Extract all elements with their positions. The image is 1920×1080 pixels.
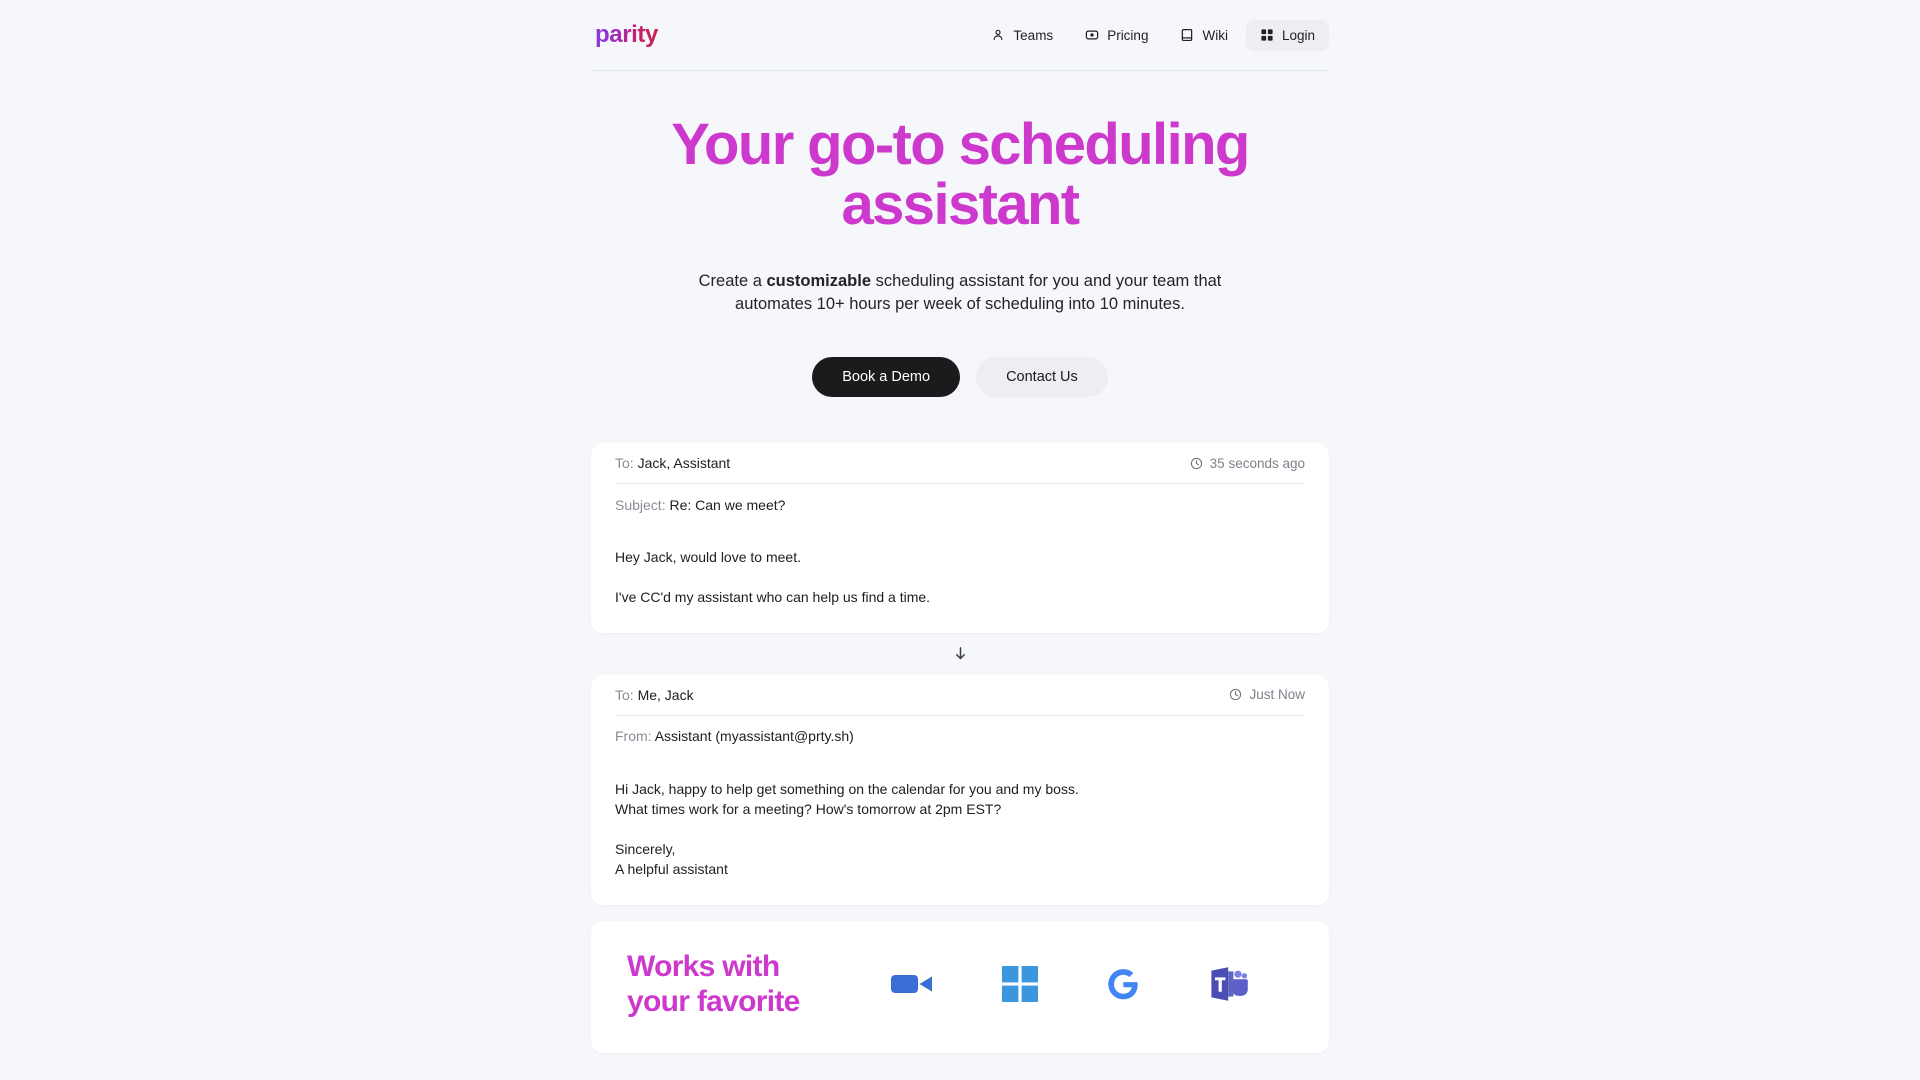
works-with-title: Works with your favorite <box>627 950 800 1019</box>
hero-section: Your go-to scheduling assistant Create a… <box>591 71 1329 398</box>
email-sender: From: Assistant (myassistant@prty.sh) <box>615 728 854 744</box>
email-body-line: Hi Jack, happy to help get something on … <box>615 780 1079 818</box>
main-nav: Teams Pricing Wiki Login <box>977 19 1329 51</box>
email-card-outgoing: To: Jack, Assistant 35 seconds ago Subje… <box>591 443 1329 633</box>
book-icon <box>1180 28 1194 42</box>
site-header: parity Teams Pricing Wiki Login <box>591 0 1329 71</box>
email-timestamp: 35 seconds ago <box>1190 456 1305 471</box>
clock-icon <box>1190 457 1203 470</box>
thread-arrow <box>591 633 1329 675</box>
to-label: To: <box>615 455 634 472</box>
hero-subtitle-emphasis: customizable <box>766 271 872 290</box>
from-label: From: <box>615 728 652 745</box>
clock-icon <box>1229 688 1242 701</box>
timestamp-label: 35 seconds ago <box>1209 455 1305 471</box>
hero-actions: Book a Demo Contact Us <box>591 356 1329 398</box>
email-body-line: I've CC'd my assistant who can help us f… <box>615 588 931 605</box>
nav-item-wiki[interactable]: Wiki <box>1166 20 1242 51</box>
nav-label: Wiki <box>1202 27 1228 43</box>
hero-subtitle-before: Create a <box>698 271 767 290</box>
people-icon <box>991 28 1005 42</box>
email-subject-row: Subject: Re: Can we meet? <box>615 484 1305 525</box>
tag-icon <box>1085 28 1099 42</box>
subject-value: Re: Can we meet? <box>669 496 786 513</box>
email-recipients: To: Me, Jack <box>615 687 694 703</box>
from-value: Assistant (myassistant@prty.sh) <box>654 728 854 745</box>
email-body-line: Hey Jack, would love to meet. <box>615 549 801 566</box>
email-from-row: From: Assistant (myassistant@prty.sh) <box>615 716 1305 757</box>
email-thread: To: Jack, Assistant 35 seconds ago Subje… <box>591 443 1329 906</box>
email-header-row: To: Me, Jack Just Now <box>615 675 1305 716</box>
to-value: Me, Jack <box>637 686 694 703</box>
arrow-down-icon <box>954 646 967 661</box>
contact-us-button[interactable]: Contact Us <box>976 356 1108 398</box>
nav-label: Login <box>1281 27 1315 43</box>
email-header-row: To: Jack, Assistant 35 seconds ago <box>615 443 1305 485</box>
nav-label: Teams <box>1013 27 1054 43</box>
email-card-reply: To: Me, Jack Just Now From: Assistant (m… <box>591 674 1329 906</box>
email-recipients: To: Jack, Assistant <box>615 455 730 471</box>
book-a-demo-button[interactable]: Book a Demo <box>812 356 961 398</box>
to-label: To: <box>615 686 634 703</box>
nav-label: Pricing <box>1107 27 1149 43</box>
works-with-card: Works with your favorite <box>591 921 1329 1054</box>
nav-item-pricing[interactable]: Pricing <box>1071 20 1162 51</box>
microsoft-logo <box>1001 961 1038 1007</box>
zoom-logo <box>890 961 935 1007</box>
integrations-section: Works with your favorite <box>591 921 1329 1054</box>
email-body: Hey Jack, would love to meet. I've CC'd … <box>615 525 1305 633</box>
brand-logo[interactable]: parity <box>591 21 658 49</box>
nav-item-teams[interactable]: Teams <box>977 20 1067 51</box>
page-title: Your go-to scheduling assistant <box>671 112 1250 238</box>
to-value: Jack, Assistant <box>637 455 731 472</box>
hero-subtitle: Create a customizable scheduling assista… <box>669 270 1251 317</box>
email-body: Hi Jack, happy to help get something on … <box>615 757 1305 905</box>
integration-logos <box>857 961 1293 1007</box>
subject-label: Subject: <box>615 496 666 513</box>
nav-item-login[interactable]: Login <box>1245 19 1329 51</box>
google-logo <box>1105 961 1141 1007</box>
timestamp-label: Just Now <box>1249 687 1305 703</box>
microsoft-teams-logo <box>1208 961 1248 1007</box>
email-subject: Subject: Re: Can we meet? <box>615 497 785 513</box>
landing-page: parity Teams Pricing Wiki Login Your go-… <box>0 0 1920 1080</box>
email-timestamp: Just Now <box>1229 687 1305 702</box>
email-body-line: Sincerely, A helpful assistant <box>615 840 728 877</box>
grid-icon <box>1260 28 1274 42</box>
